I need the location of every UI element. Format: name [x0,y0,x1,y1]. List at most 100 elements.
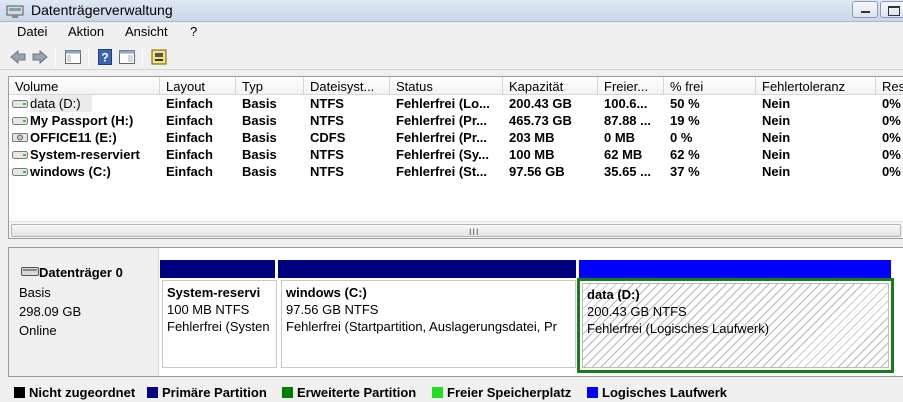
volume-filesystem: NTFS [310,164,344,179]
volume-overhead: 0% [882,113,901,128]
drive-icon [12,117,28,125]
volume-free-space: 100.6... [604,96,648,111]
disk-name: Datenträger 0 [39,265,123,280]
volume-overhead: 0% [882,96,901,111]
column-header-reserve[interactable]: Res [876,77,903,95]
disk-layout-pane: Datenträger 0 Basis 298.09 GB Online Sys… [8,247,903,377]
volume-type: Basis [242,147,277,162]
volume-overhead: 0% [882,147,901,162]
volume-capacity: 465.73 GB [509,113,572,128]
column-header-freier-speicher[interactable]: Freier... [598,77,664,95]
column-header-kapazitaet[interactable]: Kapazität [503,77,598,95]
volume-name: My Passport (H:) [30,113,134,128]
column-header-status[interactable]: Status [390,77,503,95]
legend-swatch [147,387,158,398]
volume-type: Basis [242,96,277,111]
volume-percent-free: 19 % [670,113,700,128]
drive-icon [12,168,28,176]
volume-fault-tolerance: Nein [762,130,791,145]
partition-status: Fehlerfrei (Systen [167,319,270,334]
volume-status: Fehlerfrei (Pr... [396,113,488,128]
volume-layout: Einfach [166,96,213,111]
volume-type: Basis [242,164,277,179]
volume-status: Fehlerfrei (Pr... [396,130,488,145]
primary-partition-bar [160,260,275,278]
table-row[interactable]: OFFICE11 (E:) Einfach Basis CDFS Fehlerf… [9,129,903,146]
maximize-button[interactable] [880,1,903,18]
menu-help[interactable]: ? [190,24,197,39]
volume-percent-free: 62 % [670,147,700,162]
scrollbar-thumb[interactable]: III [11,224,901,237]
volume-overhead: 0% [882,164,901,179]
cd-drive-icon [12,133,28,142]
back-arrow-icon[interactable] [9,48,27,66]
column-header-volume[interactable]: Volume [9,77,160,95]
table-row[interactable]: windows (C:) Einfach Basis NTFS Fehlerfr… [9,163,903,180]
drive-icon [12,151,28,159]
volume-free-space: 35.65 ... [604,164,651,179]
volume-status: Fehlerfrei (St... [396,164,488,179]
column-header-prozent-frei[interactable]: % frei [664,77,756,95]
console-tree-icon[interactable] [64,48,82,66]
disk-size: 298.09 GB [19,304,82,319]
minimize-button[interactable] [852,1,878,18]
menu-ansicht[interactable]: Ansicht [125,24,168,39]
partition-data-d[interactable]: data (D:) 200.43 GB NTFS Fehlerfrei (Log… [577,278,894,373]
legend-logical-drive: Logisches Laufwerk [587,385,727,400]
pane-splitter[interactable] [0,240,903,246]
toolbar: ? [0,43,903,70]
partition-size: 100 MB NTFS [167,302,250,317]
menu-aktion[interactable]: Aktion [68,24,104,39]
volume-filesystem: CDFS [310,130,346,145]
legend-swatch [587,387,598,398]
properties-icon[interactable] [118,48,136,66]
volume-layout: Einfach [166,164,213,179]
partition-windows-c[interactable]: windows (C:) 97.56 GB NTFS Fehlerfrei (S… [281,280,576,368]
horizontal-scrollbar[interactable]: III [9,221,903,238]
legend-primary-partition: Primäre Partition [147,385,267,400]
disk-state: Online [19,323,57,338]
scrollbar-grip: III [469,227,480,237]
volume-fault-tolerance: Nein [762,96,791,111]
menu-datei[interactable]: Datei [17,24,47,39]
volume-overhead: 0% [882,130,901,145]
volume-layout: Einfach [166,130,213,145]
volume-fault-tolerance: Nein [762,113,791,128]
svg-text:?: ? [101,51,108,65]
legend-extended-partition: Erweiterte Partition [282,385,416,400]
volume-percent-free: 0 % [670,130,693,145]
partition-name: windows (C:) [286,285,367,300]
partition-system-reserved[interactable]: System-reservi 100 MB NTFS Fehlerfrei (S… [162,280,277,368]
partition-size: 200.43 GB NTFS [587,304,687,319]
volume-percent-free: 37 % [670,164,700,179]
forward-arrow-icon[interactable] [31,48,49,66]
volume-status: Fehlerfrei (Sy... [396,147,489,162]
volume-free-space: 0 MB [604,130,636,145]
volume-type: Basis [242,113,277,128]
table-row[interactable]: System-reserviert Einfach Basis NTFS Feh… [9,146,903,163]
legend: Nicht zugeordnet Primäre Partition Erwei… [0,383,903,402]
column-header-fehlertoleranz[interactable]: Fehlertoleranz [756,77,876,95]
logical-drive-hatched: data (D:) 200.43 GB NTFS Fehlerfrei (Log… [582,283,889,368]
table-row[interactable]: data (D:) Einfach Basis NTFS Fehlerfrei … [9,95,903,112]
volume-fault-tolerance: Nein [762,164,791,179]
partition-status: Fehlerfrei (Logisches Laufwerk) [587,321,770,336]
table-row[interactable]: My Passport (H:) Einfach Basis NTFS Fehl… [9,112,903,129]
volume-list: Volume Layout Typ Dateisyst... Status Ka… [8,76,903,239]
volume-name: System-reserviert [30,147,140,162]
disk-info[interactable]: Datenträger 0 Basis 298.09 GB Online [9,248,159,376]
column-header-dateisystem[interactable]: Dateisyst... [304,77,390,95]
volume-capacity: 200.43 GB [509,96,572,111]
legend-free-space: Freier Speicherplatz [432,385,571,400]
volume-capacity: 97.56 GB [509,164,565,179]
partition-name: data (D:) [587,287,640,302]
volume-free-space: 87.88 ... [604,113,651,128]
column-header-typ[interactable]: Typ [236,77,304,95]
column-header-layout[interactable]: Layout [160,77,236,95]
disk-management-icon[interactable] [150,48,168,66]
partition-status: Fehlerfrei (Startpartition, Auslagerungs… [286,319,557,334]
volume-filesystem: NTFS [310,113,344,128]
toolbar-separator [55,48,56,66]
help-icon[interactable]: ? [96,48,114,66]
volume-name: data (D:) [30,95,92,112]
